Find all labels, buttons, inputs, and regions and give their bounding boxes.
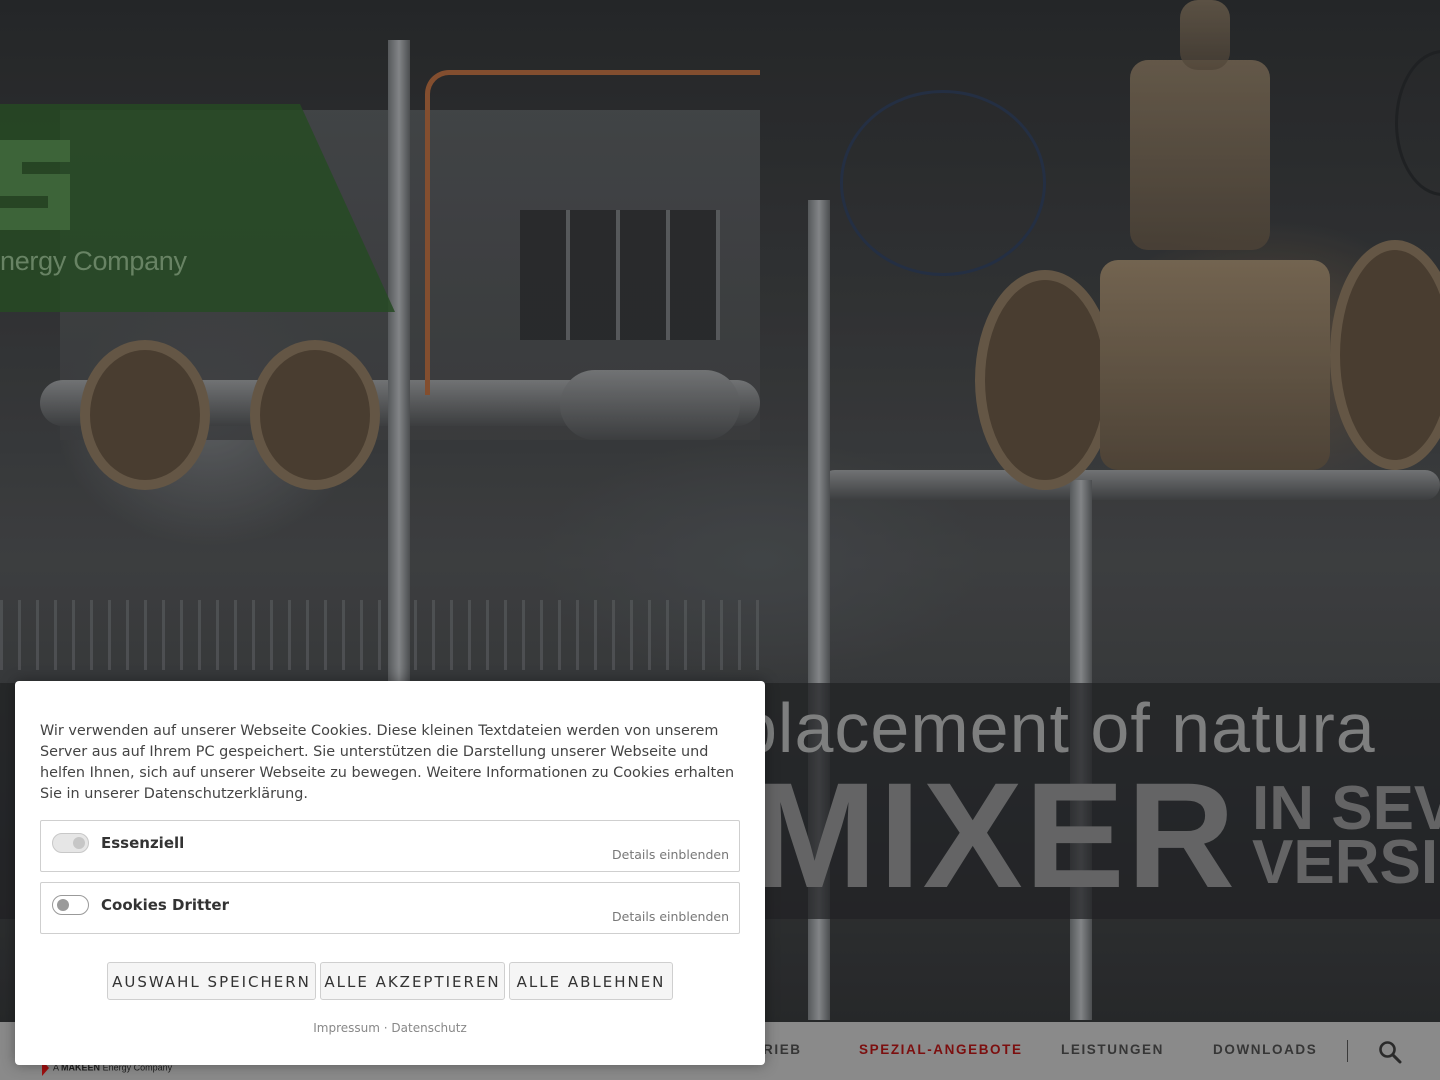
cookie-option-essential: Essenziell Details einblenden [40,820,740,872]
save-selection-button[interactable]: AUSWAHL SPEICHERN [107,962,316,1000]
cookie-consent-dialog: Wir verwenden auf unserer Webseite Cooki… [15,681,765,1065]
cookie-footer-links: Impressum · Datenschutz [15,1021,765,1035]
privacy-link[interactable]: Datenschutz [391,1021,466,1035]
essential-toggle[interactable] [52,833,89,853]
footer-separator: · [383,1021,388,1035]
details-link[interactable]: Details einblenden [612,847,729,862]
nav-item-spezial-angebote[interactable]: SPEZIAL-ANGEBOTE [859,1042,1023,1057]
nav-item-downloads[interactable]: DOWNLOADS [1213,1042,1317,1057]
toggle-knob [57,899,69,911]
third-party-toggle[interactable] [52,895,89,915]
nav-divider [1347,1040,1348,1062]
cookie-option-label: Cookies Dritter [101,896,229,914]
cookie-option-label: Essenziell [101,834,185,852]
details-link[interactable]: Details einblenden [612,909,729,924]
cookie-option-third-party: Cookies Dritter Details einblenden [40,882,740,934]
search-icon[interactable] [1378,1040,1402,1064]
reject-all-button[interactable]: ALLE ABLEHNEN [509,962,673,1000]
accept-all-button[interactable]: ALLE AKZEPTIEREN [320,962,505,1000]
toggle-knob [73,837,85,849]
nav-item-leistungen[interactable]: LEISTUNGEN [1061,1042,1164,1057]
nav-item-vertrieb[interactable]: RIEB [763,1042,802,1057]
imprint-link[interactable]: Impressum [313,1021,380,1035]
cookie-intro-text: Wir verwenden auf unserer Webseite Cooki… [40,723,735,802]
